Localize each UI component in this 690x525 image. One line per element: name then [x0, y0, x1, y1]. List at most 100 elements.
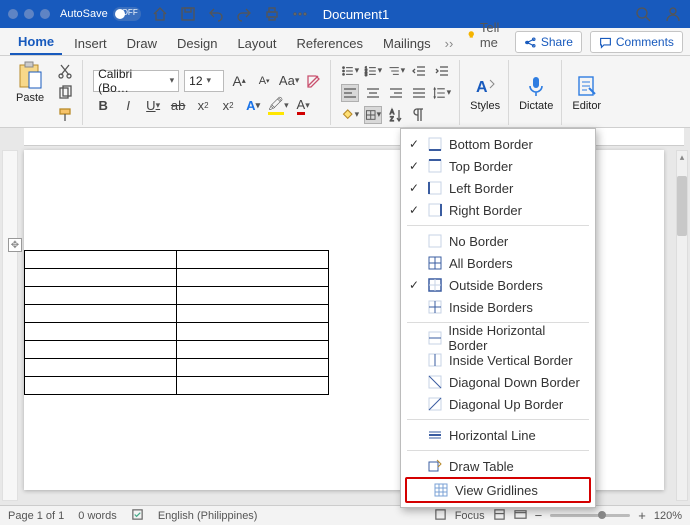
save-icon[interactable] [179, 5, 197, 23]
status-focus[interactable]: Focus [455, 510, 485, 522]
account-icon[interactable] [664, 5, 682, 23]
multilevel-list-icon[interactable]: ▾ [387, 62, 405, 80]
view-web-icon[interactable] [514, 508, 527, 524]
zoom-in-button[interactable]: + [638, 508, 646, 523]
underline-button[interactable]: U▾ [143, 96, 163, 116]
menu-inside-horizontal[interactable]: Inside Horizontal Border [401, 327, 595, 349]
window-controls[interactable] [8, 9, 50, 19]
tab-references[interactable]: References [289, 31, 371, 55]
menu-horizontal-line[interactable]: Horizontal Line [401, 424, 595, 446]
sort-icon[interactable]: AZ [387, 106, 405, 124]
font-color-icon[interactable]: A▾ [293, 96, 313, 116]
clear-formatting-icon[interactable] [304, 72, 322, 90]
dictate-group[interactable]: Dictate [515, 60, 562, 125]
scroll-up-icon[interactable]: ▴ [677, 152, 687, 162]
change-case-icon[interactable]: Aa▾ [279, 71, 299, 91]
align-center-icon[interactable] [364, 84, 382, 102]
menu-inside-borders[interactable]: Inside Borders [401, 296, 595, 318]
align-left-icon[interactable] [341, 84, 359, 102]
subscript-button[interactable]: x2 [193, 96, 213, 116]
menu-view-gridlines[interactable]: View Gridlines [407, 479, 589, 501]
dictate-label: Dictate [519, 100, 553, 112]
editor-group[interactable]: Editor [568, 60, 609, 125]
comments-button[interactable]: Comments [590, 31, 683, 53]
menu-all-borders[interactable]: All Borders [401, 252, 595, 274]
svg-text:A: A [476, 79, 488, 96]
home-icon[interactable] [151, 5, 169, 23]
status-language[interactable]: English (Philippines) [158, 510, 258, 522]
tab-mailings[interactable]: Mailings [375, 31, 439, 55]
decrease-font-icon[interactable]: A▾ [254, 71, 274, 91]
format-painter-icon[interactable] [56, 106, 74, 124]
menu-diagonal-down[interactable]: Diagonal Down Border [401, 371, 595, 393]
paste-button[interactable]: Paste [12, 60, 48, 125]
border-left-icon [427, 180, 443, 196]
search-icon[interactable] [634, 5, 652, 23]
show-paragraph-icon[interactable] [410, 106, 428, 124]
superscript-button[interactable]: x2 [218, 96, 238, 116]
status-words[interactable]: 0 words [78, 510, 117, 522]
tab-home[interactable]: Home [10, 29, 62, 55]
zoom-slider[interactable] [550, 514, 630, 517]
autosave-toggle[interactable]: AutoSave OFF [60, 7, 141, 21]
print-icon[interactable] [263, 5, 281, 23]
numbering-icon[interactable]: 123▾ [364, 62, 382, 80]
font-selector[interactable]: Calibri (Bo…▾ [93, 70, 179, 92]
copy-icon[interactable] [56, 84, 74, 102]
view-print-icon[interactable] [493, 508, 506, 524]
zoom-out-button[interactable]: − [535, 508, 543, 523]
justify-icon[interactable] [410, 84, 428, 102]
highlight-color-icon[interactable]: 🖍▾ [268, 96, 288, 116]
switch-icon[interactable]: OFF [113, 7, 141, 21]
borders-dropdown-button[interactable]: ▾ [364, 106, 382, 124]
share-button[interactable]: Share [515, 31, 582, 53]
menu-no-border[interactable]: No Border [401, 230, 595, 252]
tab-design[interactable]: Design [169, 31, 225, 55]
tab-insert[interactable]: Insert [66, 31, 115, 55]
titlebar-right [634, 5, 682, 23]
traffic-close[interactable] [8, 9, 18, 19]
table-move-handle-icon[interactable]: ✥ [8, 238, 22, 252]
menu-top-border[interactable]: ✓ Top Border [401, 155, 595, 177]
menu-bottom-border[interactable]: ✓ Bottom Border [401, 133, 595, 155]
border-diag-up-icon [427, 396, 443, 412]
document-table[interactable] [24, 250, 329, 395]
menu-diagonal-up[interactable]: Diagonal Up Border [401, 393, 595, 415]
decrease-indent-icon[interactable] [410, 62, 428, 80]
menu-inside-vertical[interactable]: Inside Vertical Border [401, 349, 595, 371]
menu-draw-table[interactable]: Draw Table [401, 455, 595, 477]
spellcheck-icon[interactable] [131, 508, 144, 524]
styles-group[interactable]: A Styles [466, 60, 509, 125]
more-icon[interactable] [291, 5, 309, 23]
tell-me-search[interactable]: Tell me [461, 15, 511, 55]
align-right-icon[interactable] [387, 84, 405, 102]
menu-outside-borders[interactable]: ✓ Outside Borders [401, 274, 595, 296]
bold-button[interactable]: B [93, 96, 113, 116]
shading-icon[interactable]: ▾ [341, 106, 359, 124]
focus-icon[interactable] [434, 508, 447, 524]
bullets-icon[interactable]: ▾ [341, 62, 359, 80]
tab-draw[interactable]: Draw [119, 31, 165, 55]
increase-indent-icon[interactable] [433, 62, 451, 80]
tab-overflow-icon[interactable]: ›› [443, 31, 458, 55]
increase-font-icon[interactable]: A▴ [229, 71, 249, 91]
font-size-selector[interactable]: 12▾ [184, 70, 224, 92]
zoom-value[interactable]: 120% [654, 510, 682, 522]
tab-layout[interactable]: Layout [229, 31, 284, 55]
undo-icon[interactable] [207, 5, 225, 23]
vertical-scrollbar[interactable]: ▴ [676, 150, 688, 501]
traffic-min[interactable] [24, 9, 34, 19]
text-effects-icon[interactable]: A▾ [243, 96, 263, 116]
menu-separator [407, 225, 589, 226]
border-diag-down-icon [427, 374, 443, 390]
cut-icon[interactable] [56, 62, 74, 80]
line-spacing-icon[interactable]: ▾ [433, 84, 451, 102]
menu-left-border[interactable]: ✓ Left Border [401, 177, 595, 199]
traffic-max[interactable] [40, 9, 50, 19]
menu-right-border[interactable]: ✓ Right Border [401, 199, 595, 221]
scroll-thumb[interactable] [677, 176, 687, 236]
status-page[interactable]: Page 1 of 1 [8, 510, 64, 522]
italic-button[interactable]: I [118, 96, 138, 116]
redo-icon[interactable] [235, 5, 253, 23]
strikethrough-button[interactable]: ab [168, 96, 188, 116]
